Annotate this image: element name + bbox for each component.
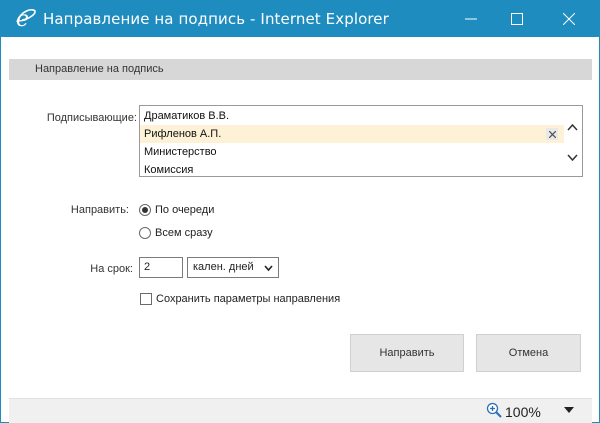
signer-item[interactable]: Комиссия [140,161,564,179]
ie-window: e Направление на подпись - Internet Expl… [0,0,600,423]
scroll-down-button[interactable] [564,150,580,164]
direct-label: Направить: [70,204,129,216]
signer-name: Драматиков В.В. [144,110,230,122]
maximize-button[interactable] [494,1,540,37]
minimize-button[interactable] [448,1,494,37]
chevron-down-icon [264,265,273,272]
remove-icon [548,130,556,138]
term-label: На срок: [90,263,133,275]
signer-item[interactable]: Министерство [140,143,564,161]
title-bar: e Направление на подпись - Internet Expl… [1,1,599,37]
signer-item[interactable]: Драматиков В.В. [140,107,564,125]
scroll-up-button[interactable] [564,120,580,134]
term-input[interactable]: 2 [139,257,183,278]
signer-item-selected[interactable]: Рифленов А.П. [140,125,564,143]
signer-name: Комиссия [144,164,194,176]
zoom-icon[interactable] [486,402,502,418]
chevron-down-icon [566,153,578,161]
cancel-button[interactable]: Отмена [476,334,581,372]
signer-name: Министерство [144,146,217,158]
zoom-level[interactable]: 100% [505,404,541,420]
all-at-once-radio-label[interactable]: Всем сразу [155,227,213,239]
close-icon [563,13,575,25]
term-unit-value: кален. дней [193,261,254,273]
internet-explorer-icon: e [16,7,36,29]
term-unit-select[interactable]: кален. дней [187,257,279,278]
save-params-label[interactable]: Сохранить параметры направления [156,293,340,305]
minimize-icon [465,18,477,20]
signers-listbox[interactable]: Драматиков В.В. Рифленов А.П. Министерст… [139,105,583,177]
sequential-radio-label[interactable]: По очереди [155,204,214,216]
chevron-up-icon [566,123,578,131]
maximize-icon [511,13,523,25]
status-bar: 100% [9,398,592,423]
close-button[interactable] [546,1,592,37]
save-params-checkbox[interactable] [140,293,152,305]
form-header: Направление на подпись [9,59,592,80]
signer-name: Рифленов А.П. [144,128,222,140]
remove-signer-button[interactable] [546,128,558,140]
window-title: Направление на подпись - Internet Explor… [43,10,389,28]
form-header-title: Направление на подпись [35,63,164,75]
sequential-radio[interactable] [139,204,151,216]
signers-label: Подписывающие: [46,112,137,124]
send-button[interactable]: Направить [350,334,464,372]
zoom-dropdown-icon[interactable] [564,407,574,414]
all-at-once-radio[interactable] [139,227,151,239]
